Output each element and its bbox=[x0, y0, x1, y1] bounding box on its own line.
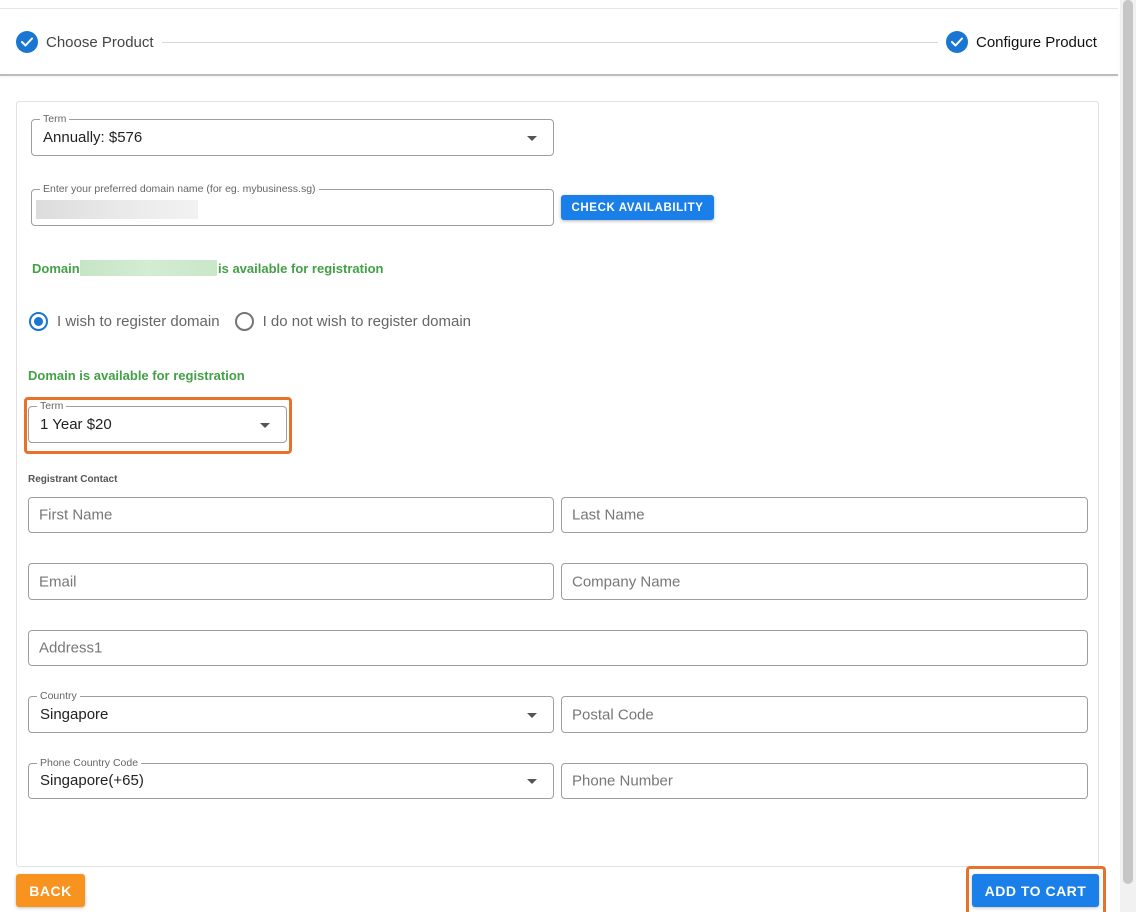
email-field[interactable]: Email bbox=[28, 563, 554, 600]
check-icon bbox=[946, 31, 968, 53]
phone-country-code-select[interactable]: Phone Country Code Singapore(+65) bbox=[28, 757, 554, 799]
top-divider bbox=[0, 0, 1118, 9]
country-select[interactable]: Country Singapore bbox=[28, 690, 554, 733]
placeholder: Company Name bbox=[572, 573, 681, 590]
scrollbar-thumb[interactable] bbox=[1123, 0, 1133, 884]
caret-down-icon bbox=[260, 422, 270, 428]
registrant-contact-label: Registrant Contact bbox=[28, 474, 118, 485]
availability-message: Domain is available for registration bbox=[28, 368, 245, 383]
postal-code-field[interactable]: Postal Code bbox=[561, 696, 1088, 733]
placeholder: First Name bbox=[39, 506, 113, 524]
domain-input[interactable]: Enter your preferred domain name (for eg… bbox=[31, 183, 554, 226]
availability-suffix: is available for registration bbox=[218, 261, 384, 276]
page: Choose Product Configure Product Term An… bbox=[0, 0, 1136, 912]
term-value: Annually: $576 bbox=[43, 129, 143, 146]
domain-term-select[interactable]: Term 1 Year $20 bbox=[28, 400, 287, 443]
first-name-field[interactable]: First Name bbox=[28, 497, 554, 533]
step-configure-product[interactable]: Configure Product bbox=[946, 31, 1097, 53]
check-icon bbox=[16, 31, 38, 53]
radio-dot bbox=[34, 317, 43, 326]
field-legend: Phone Country Code bbox=[37, 757, 142, 769]
field-legend: Term bbox=[37, 400, 67, 412]
back-button[interactable]: BACK bbox=[16, 874, 85, 907]
placeholder: Address1 bbox=[39, 639, 103, 657]
phone-country-code-value: Singapore(+65) bbox=[40, 772, 144, 789]
field-legend: Enter your preferred domain name (for eg… bbox=[40, 183, 319, 195]
step-choose-product[interactable]: Choose Product bbox=[16, 31, 154, 53]
step-connector bbox=[162, 42, 938, 43]
placeholder: Email bbox=[39, 573, 77, 590]
availability-prefix: Domain bbox=[32, 261, 80, 276]
term-select[interactable]: Term Annually: $576 bbox=[31, 113, 554, 156]
placeholder: Postal Code bbox=[572, 706, 654, 723]
field-legend: Term bbox=[40, 113, 70, 125]
phone-number-field[interactable]: Phone Number bbox=[561, 763, 1088, 799]
address1-field[interactable]: Address1 bbox=[28, 630, 1088, 666]
radio-no-register-domain[interactable] bbox=[234, 312, 254, 331]
domain-term-value: 1 Year $20 bbox=[40, 416, 112, 433]
field-legend: Country bbox=[37, 690, 80, 702]
caret-down-icon bbox=[527, 779, 537, 784]
caret-down-icon bbox=[527, 135, 537, 141]
register-domain-options: I wish to register domain I do not wish … bbox=[29, 312, 471, 331]
step-label: Configure Product bbox=[976, 33, 1097, 51]
radio-register-domain[interactable] bbox=[29, 312, 48, 331]
stepper: Choose Product Configure Product bbox=[0, 10, 1118, 76]
radio-label[interactable]: I do not wish to register domain bbox=[263, 313, 471, 330]
last-name-field[interactable]: Last Name bbox=[561, 497, 1088, 533]
country-value: Singapore bbox=[40, 706, 109, 723]
placeholder: Last Name bbox=[572, 506, 645, 524]
redacted-domain-name bbox=[80, 260, 217, 276]
add-to-cart-button[interactable]: ADD TO CART bbox=[972, 874, 1099, 907]
placeholder: Phone Number bbox=[572, 772, 673, 790]
company-name-field[interactable]: Company Name bbox=[561, 563, 1088, 600]
redacted-domain bbox=[36, 200, 198, 219]
check-availability-button[interactable]: CHECK AVAILABILITY bbox=[561, 195, 714, 220]
radio-label[interactable]: I wish to register domain bbox=[57, 313, 220, 330]
step-label: Choose Product bbox=[46, 33, 154, 51]
caret-down-icon bbox=[527, 712, 537, 718]
